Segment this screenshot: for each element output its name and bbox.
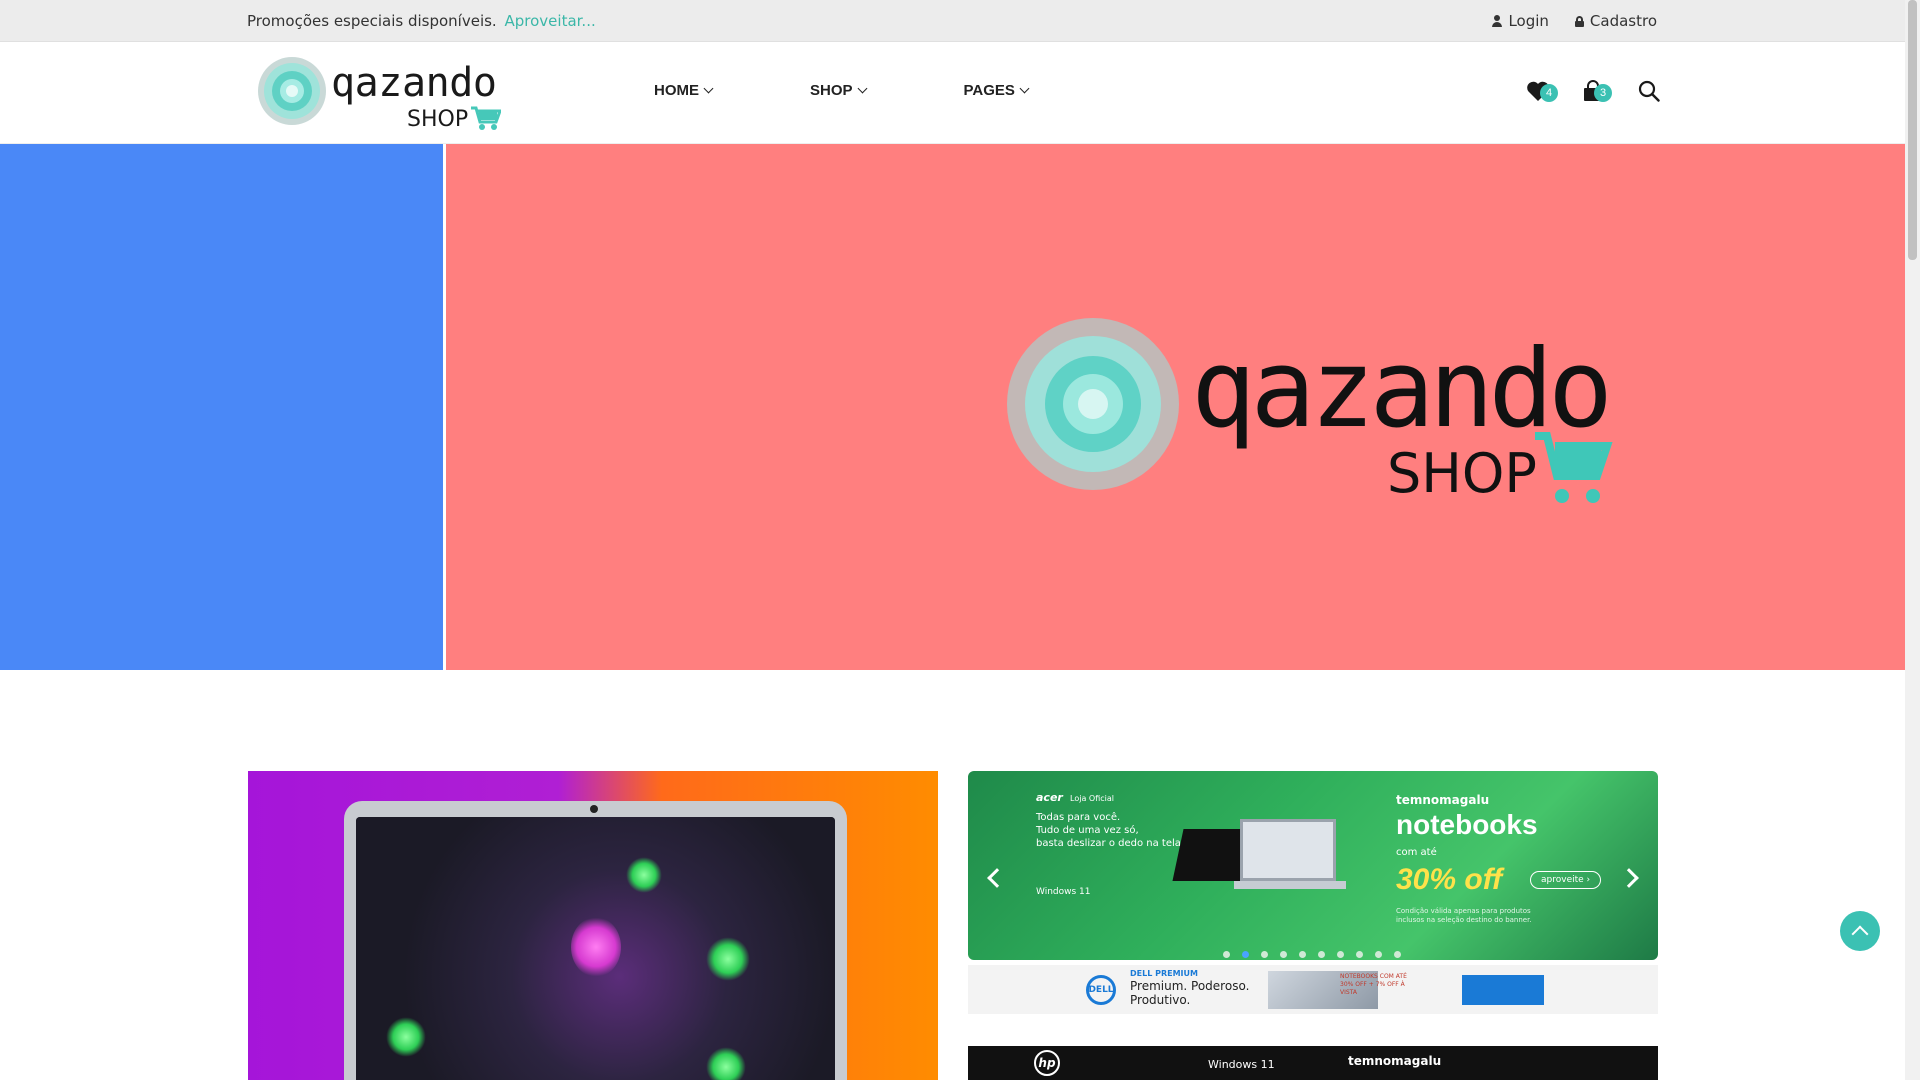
- nav-shop[interactable]: SHOP: [810, 82, 867, 99]
- nav-shop-label: SHOP: [810, 82, 853, 99]
- cart-count-badge: 3: [1594, 84, 1612, 102]
- wishlist-count-badge: 4: [1540, 84, 1558, 102]
- nav-home[interactable]: HOME: [654, 82, 714, 99]
- login-link[interactable]: Login: [1492, 12, 1549, 30]
- login-label: Login: [1508, 12, 1549, 30]
- site-logo[interactable]: qazando SHOP: [257, 56, 501, 132]
- hp-windows: Windows 11: [1208, 1058, 1275, 1071]
- carousel-dot[interactable]: [1261, 951, 1268, 958]
- carousel-copy: Todas para você. Tudo de uma vez só, bas…: [1036, 811, 1184, 850]
- intel-badges-image: [1462, 975, 1544, 1005]
- carousel-dot[interactable]: [1223, 951, 1230, 958]
- carousel-next-arrow[interactable]: [1619, 868, 1639, 888]
- main-nav: HOME SHOP PAGES: [654, 82, 1030, 99]
- carousel-headline: notebooks: [1396, 809, 1538, 840]
- carousel-prev-arrow[interactable]: [987, 868, 1007, 888]
- hero-logo: qazando SHOP: [1007, 318, 1613, 505]
- page-scrollbar[interactable]: [1905, 0, 1920, 1080]
- logo-sub: SHOP: [407, 107, 468, 132]
- chevron-down-icon: [703, 83, 714, 94]
- carousel-dot[interactable]: [1337, 951, 1344, 958]
- signup-label: Cadastro: [1589, 12, 1657, 30]
- page: Promoções especiais disponíveis. Aprovei…: [0, 0, 1905, 1080]
- carousel-dot[interactable]: [1299, 951, 1306, 958]
- promo-link[interactable]: Aproveitar...: [505, 12, 596, 30]
- cart-button[interactable]: 3: [1582, 80, 1612, 106]
- laptops-image: [1172, 819, 1346, 899]
- carousel-cta[interactable]: aproveite ›: [1530, 871, 1602, 889]
- search-button[interactable]: [1638, 80, 1660, 106]
- dell-offer: NOTEBOOKS COM ATÉ 30% OFF + 7% OFF À VIS…: [1340, 973, 1407, 996]
- wishlist-button[interactable]: 4: [1526, 80, 1558, 106]
- hp-store: temnomagalu: [1348, 1054, 1442, 1068]
- back-to-top-button[interactable]: [1840, 911, 1880, 951]
- main-header: qazando SHOP HOME SHOP PAGES 4 3: [0, 42, 1905, 144]
- hero-left-panel: [0, 144, 443, 670]
- carousel-copy-line: Todas para você.: [1036, 812, 1121, 823]
- carousel-store: temnomagalu: [1396, 793, 1490, 807]
- carousel-dots: [1223, 951, 1401, 958]
- dell-logo: DELL: [1086, 975, 1116, 1005]
- signup-link[interactable]: Cadastro: [1574, 12, 1657, 30]
- carousel-dot[interactable]: [1318, 951, 1325, 958]
- nav-pages[interactable]: PAGES: [963, 82, 1030, 99]
- carousel-copy-line: Tudo de uma vez só,: [1036, 825, 1139, 836]
- carousel-discount: 30% off: [1396, 863, 1503, 896]
- carousel-fine-print: Condição válida apenas para produtos inc…: [1396, 907, 1532, 924]
- header-icons: 4 3: [1526, 80, 1660, 106]
- hero-logo-sub: SHOP: [1387, 442, 1537, 505]
- promo-text: Promoções especiais disponíveis.: [247, 12, 497, 30]
- carousel-dot[interactable]: [1394, 951, 1401, 958]
- top-bar: Promoções especiais disponíveis. Aprovei…: [0, 0, 1905, 42]
- laptop-image: [344, 801, 847, 1080]
- cart-logo-icon: [471, 106, 501, 130]
- dell-promo-banner[interactable]: DELL DELL PREMIUM Premium. Poderoso. Pro…: [968, 965, 1658, 1014]
- carousel-brand: acer: [1036, 791, 1063, 804]
- cart-logo-icon: [1535, 432, 1613, 503]
- carousel-prefix: com até: [1396, 847, 1437, 858]
- logo-word: qazando: [331, 60, 497, 106]
- dell-copy: Premium. Poderoso. Produtivo.: [1130, 979, 1250, 1007]
- promo-carousel[interactable]: acer Loja Oficial Todas para você. Tudo …: [968, 771, 1658, 960]
- carousel-brand-sub: Loja Oficial: [1070, 794, 1114, 803]
- promo-bar: Promoções especiais disponíveis. Aprovei…: [247, 12, 596, 30]
- nav-home-label: HOME: [654, 82, 699, 99]
- carousel-dot[interactable]: [1280, 951, 1287, 958]
- hp-logo: hp: [1034, 1050, 1060, 1076]
- scrollbar-thumb[interactable]: [1908, 0, 1917, 260]
- carousel-dot[interactable]: [1242, 951, 1249, 958]
- search-icon: [1638, 80, 1660, 102]
- carousel-dot[interactable]: [1375, 951, 1382, 958]
- carousel-copy-line: basta deslizar o dedo na tela.: [1036, 838, 1185, 849]
- dell-headline: DELL PREMIUM: [1130, 969, 1198, 978]
- nav-pages-label: PAGES: [963, 82, 1015, 99]
- laptop-promo-banner[interactable]: [248, 771, 938, 1080]
- user-icon: [1492, 15, 1503, 27]
- hp-promo-banner[interactable]: hp Windows 11 temnomagalu: [968, 1046, 1658, 1080]
- carousel-dot[interactable]: [1356, 951, 1363, 958]
- chevron-down-icon: [857, 83, 867, 94]
- account-links: Login Cadastro: [1492, 12, 1657, 30]
- lock-icon: [1574, 15, 1584, 27]
- chevron-down-icon: [1019, 83, 1030, 94]
- carousel-windows: Windows 11: [1036, 887, 1091, 897]
- game-screen-image: [356, 817, 835, 1080]
